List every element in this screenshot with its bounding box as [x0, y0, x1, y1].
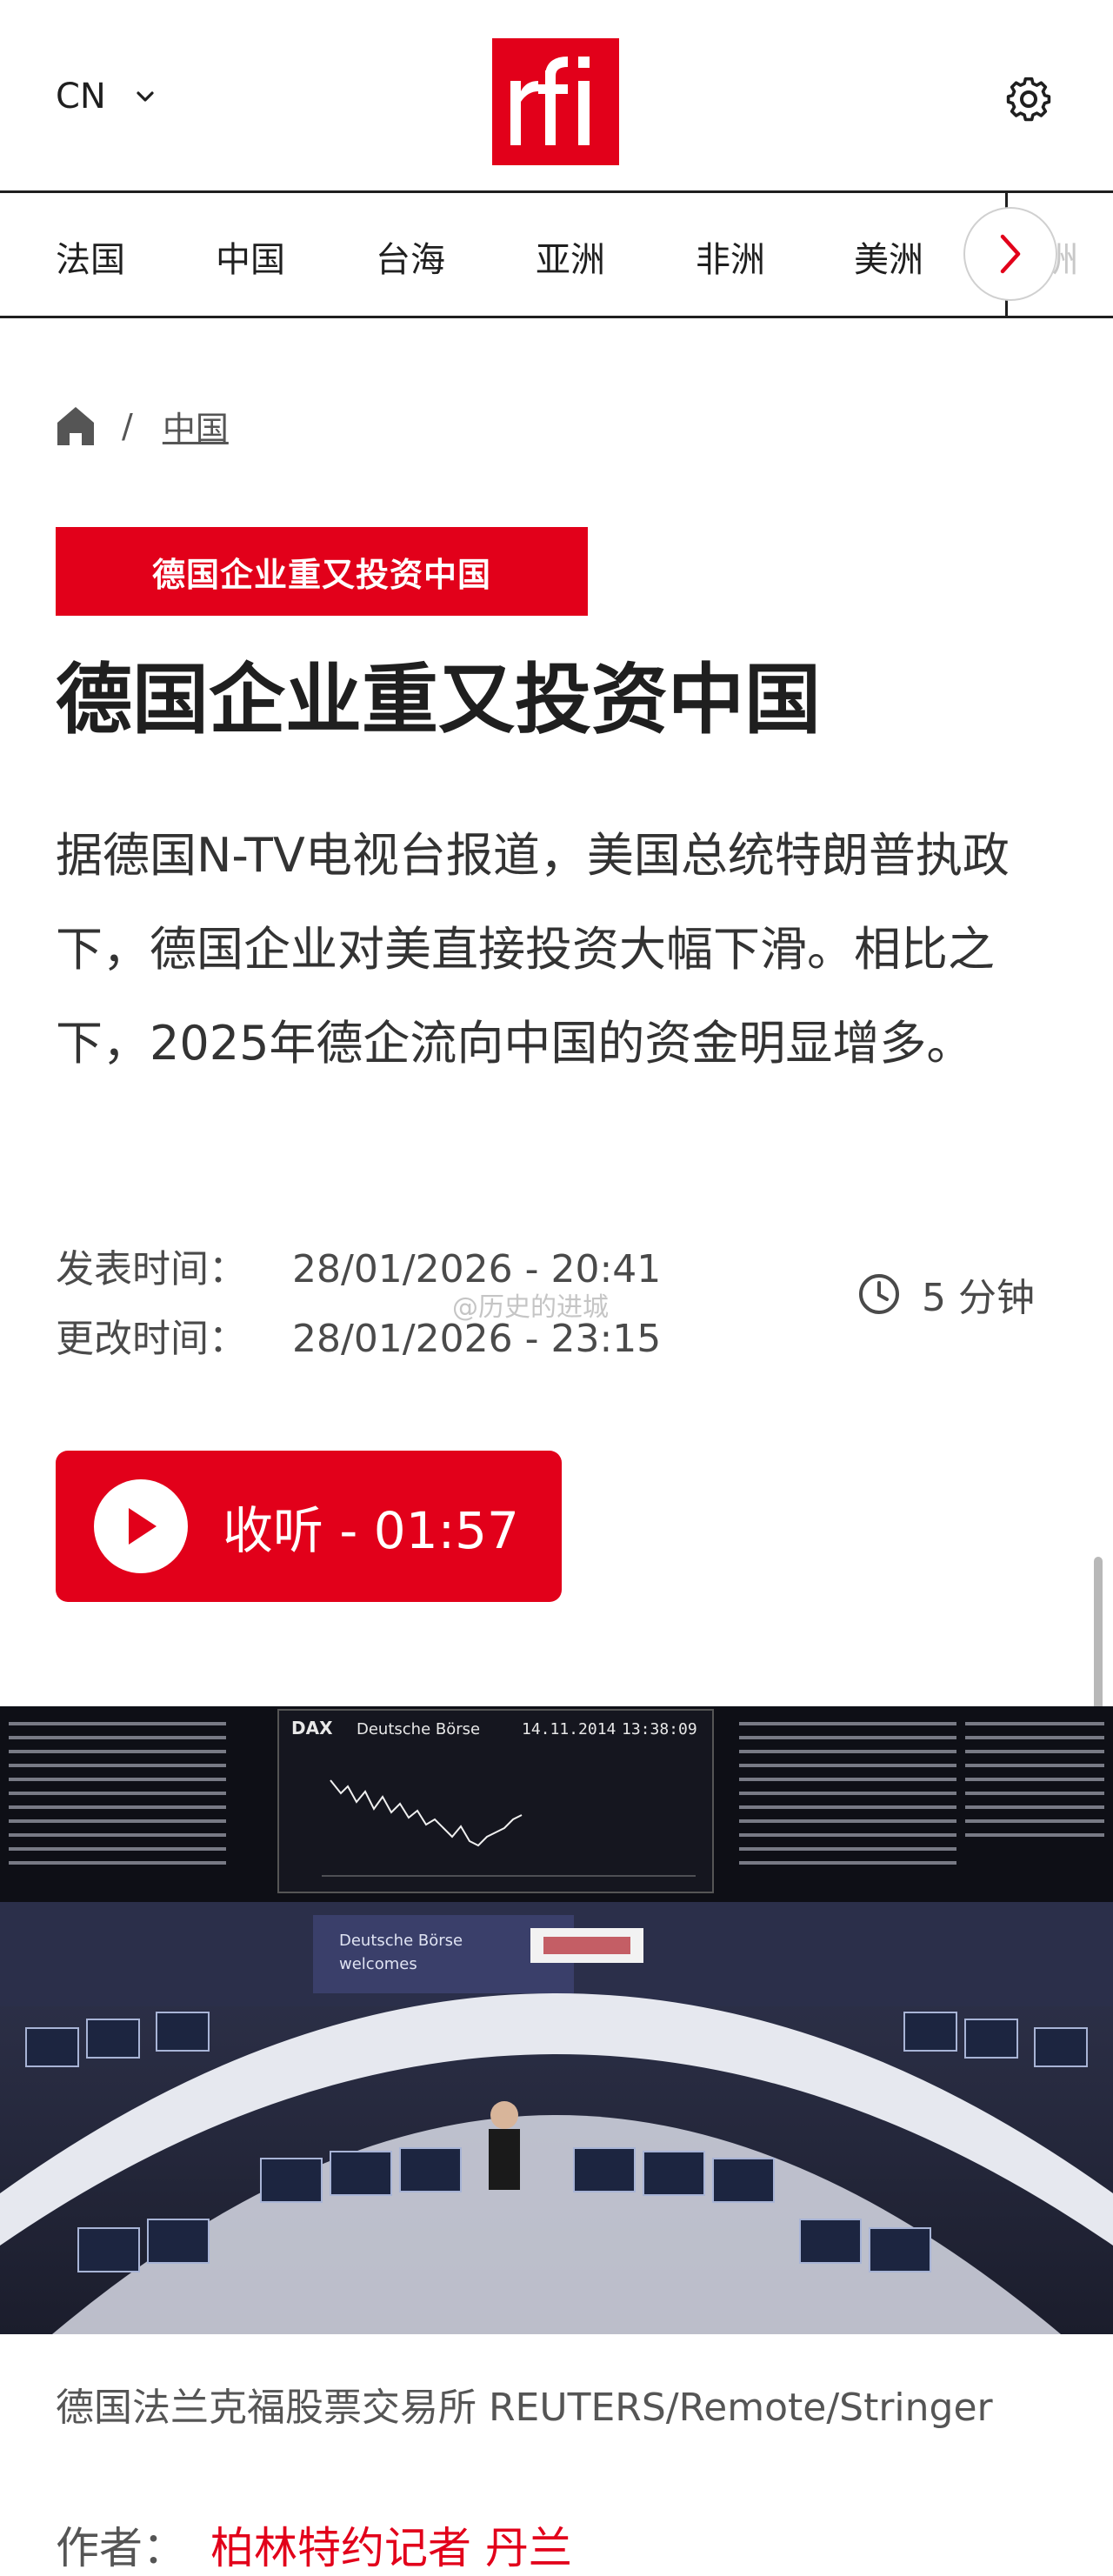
author-label: 作者： — [56, 2523, 186, 2573]
topic-tag[interactable]: 德国企业重又投资中国 — [56, 527, 588, 616]
listen-label: 收听 - 01:57 — [223, 1501, 519, 1560]
updated-label: 更改时间： — [56, 1317, 247, 1361]
read-time-value: 5 分钟 — [922, 1276, 1035, 1320]
nav-item-asia[interactable]: 亚洲 — [536, 231, 605, 282]
stock-exchange-photo: DAX Deutsche Börse 14.11.2014 13:38:09 D… — [0, 1706, 1113, 2334]
author-name-link[interactable]: 柏林特约记者 丹兰 — [210, 2523, 572, 2573]
breadcrumb-link-china[interactable]: 中国 — [163, 402, 229, 450]
breadcrumb-separator: / — [122, 406, 133, 445]
author-line: 作者： 柏林特约记者 丹兰 — [56, 2513, 572, 2576]
article-title: 德国企业重又投资中国 — [56, 655, 822, 744]
settings-gear-icon[interactable] — [1005, 77, 1052, 123]
chevron-down-icon — [137, 91, 154, 102]
board-time: 13:38:09 — [622, 1720, 697, 1738]
nav-item-africa[interactable]: 非洲 — [696, 231, 765, 282]
section-nav: 法国 中国 台海 亚洲 非洲 美洲 洲 — [0, 193, 1113, 318]
board-date: 14.11.2014 — [522, 1720, 616, 1738]
nav-item-americas[interactable]: 美洲 — [854, 231, 923, 282]
breadcrumb: / 中国 — [56, 402, 229, 450]
language-label: CN — [56, 77, 106, 117]
home-icon[interactable] — [56, 405, 96, 447]
listen-audio-button[interactable]: 收听 - 01:57 — [56, 1451, 562, 1602]
board-title: Deutsche Börse — [357, 1720, 480, 1738]
top-header: CN — [0, 0, 1113, 193]
board-index: DAX — [291, 1718, 333, 1738]
nav-item-taiwan-strait[interactable]: 台海 — [376, 231, 445, 282]
welcome-line-1: Deutsche Börse — [339, 1932, 463, 1950]
welcome-line-2: welcomes — [339, 1955, 417, 1973]
rfi-logo[interactable] — [492, 38, 619, 165]
nav-item-china[interactable]: 中国 — [216, 231, 285, 282]
play-icon — [94, 1479, 188, 1573]
language-selector[interactable]: CN — [56, 77, 155, 117]
rfi-logo-mark — [510, 57, 590, 145]
nav-scroll-next-button[interactable] — [963, 207, 1057, 301]
read-time: 5 分钟 — [857, 1266, 1035, 1322]
article-photo: DAX Deutsche Börse 14.11.2014 13:38:09 D… — [0, 1706, 1113, 2334]
published-label: 发表时间： — [56, 1247, 247, 1291]
chevron-right-icon — [1000, 234, 1021, 274]
photo-caption: 德国法兰克福股票交易所 REUTERS/Remote/Stringer — [56, 2386, 993, 2430]
article-summary: 据德国N-TV电视台报道，美国总统特朗普执政下，德国企业对美直接投资大幅下滑。相… — [56, 828, 1010, 1071]
nav-item-france[interactable]: 法国 — [56, 231, 125, 282]
watermark: @历史的进城 — [452, 1292, 609, 1323]
clock-icon — [859, 1274, 899, 1314]
